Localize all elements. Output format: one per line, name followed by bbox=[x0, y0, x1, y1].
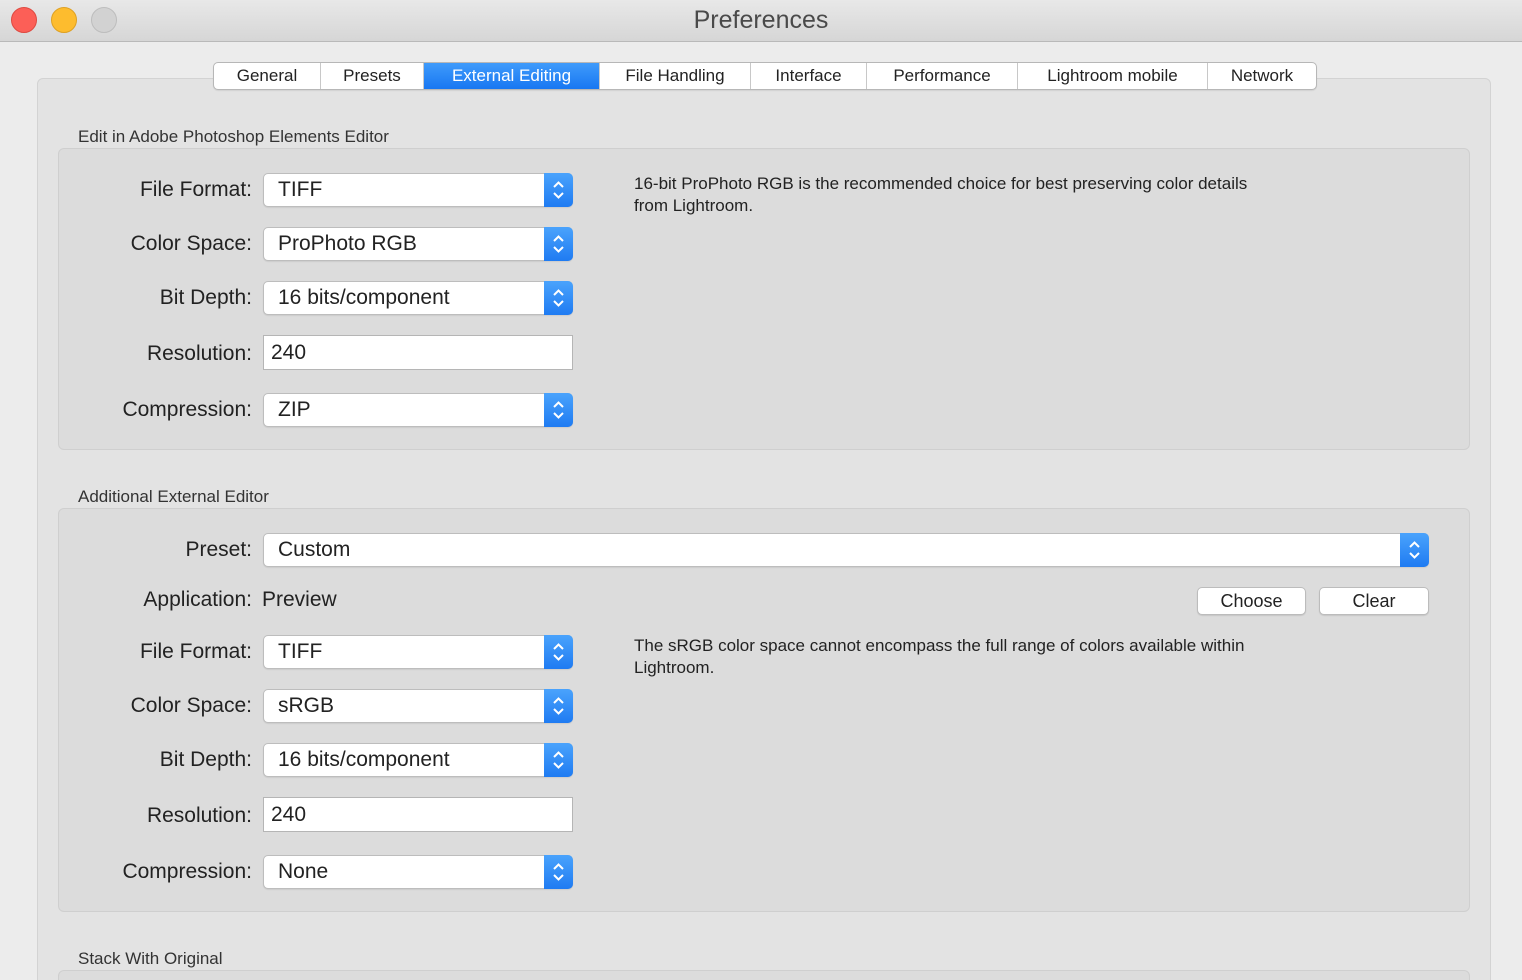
compression-select-2[interactable]: None bbox=[263, 855, 573, 889]
compression-select[interactable]: ZIP bbox=[263, 393, 573, 427]
resolution-input[interactable]: 240 bbox=[263, 335, 573, 370]
section-title-photoshop-elements: Edit in Adobe Photoshop Elements Editor bbox=[78, 127, 389, 146]
file-format-select[interactable]: TIFF bbox=[263, 173, 573, 207]
bit-depth-label-2: Bit Depth: bbox=[159, 748, 252, 771]
file-format-value: TIFF bbox=[278, 178, 323, 201]
tab-general[interactable]: General bbox=[214, 63, 321, 89]
chevron-up-down-icon bbox=[544, 393, 573, 427]
tab-interface[interactable]: Interface bbox=[751, 63, 867, 89]
bit-depth-value: 16 bits/component bbox=[278, 286, 450, 309]
section-title-stack-with-original: Stack With Original bbox=[78, 949, 223, 968]
tab-network[interactable]: Network bbox=[1208, 63, 1316, 89]
compression-label: Compression: bbox=[122, 398, 252, 421]
chevron-up-down-icon bbox=[544, 635, 573, 669]
compression-value-2: None bbox=[278, 860, 329, 883]
bit-depth-label: Bit Depth: bbox=[159, 286, 252, 309]
srgb-warning-note: The sRGB color space cannot encompass th… bbox=[634, 636, 1245, 677]
file-format-select-2[interactable]: TIFF bbox=[263, 635, 573, 669]
color-space-value: ProPhoto RGB bbox=[278, 232, 417, 255]
color-space-select-2[interactable]: sRGB bbox=[263, 689, 573, 723]
chevron-up-down-icon bbox=[544, 855, 573, 889]
title-bar: Preferences bbox=[0, 0, 1522, 42]
bit-depth-value-2: 16 bits/component bbox=[278, 748, 450, 771]
tab-file-handling[interactable]: File Handling bbox=[600, 63, 751, 89]
color-space-value-2: sRGB bbox=[278, 694, 335, 717]
resolution-label-2: Resolution: bbox=[146, 804, 252, 827]
chevron-up-down-icon bbox=[1400, 533, 1429, 567]
resolution-label: Resolution: bbox=[146, 342, 252, 365]
color-space-select[interactable]: ProPhoto RGB bbox=[263, 227, 573, 261]
chevron-up-down-icon bbox=[544, 281, 573, 315]
application-value: Preview bbox=[262, 588, 337, 611]
section-title-additional-editor: Additional External Editor bbox=[78, 487, 269, 506]
compression-value: ZIP bbox=[278, 398, 311, 421]
color-space-label-2: Color Space: bbox=[130, 694, 252, 717]
tab-bar: General Presets External Editing File Ha… bbox=[213, 62, 1317, 90]
chevron-up-down-icon bbox=[544, 227, 573, 261]
preset-label: Preset: bbox=[185, 538, 252, 561]
resolution-input-2[interactable]: 240 bbox=[263, 797, 573, 832]
preset-select[interactable]: Custom bbox=[263, 533, 1429, 567]
recommendation-note: 16-bit ProPhoto RGB is the recommended c… bbox=[634, 174, 1248, 215]
tab-performance[interactable]: Performance bbox=[867, 63, 1018, 89]
compression-label-2: Compression: bbox=[122, 860, 252, 883]
tab-external-editing[interactable]: External Editing bbox=[424, 63, 600, 89]
application-label: Application: bbox=[143, 588, 252, 611]
clear-button[interactable]: Clear bbox=[1319, 587, 1429, 615]
color-space-label: Color Space: bbox=[130, 232, 252, 255]
file-format-value-2: TIFF bbox=[278, 640, 323, 663]
file-format-label: File Format: bbox=[139, 178, 252, 201]
tab-presets[interactable]: Presets bbox=[321, 63, 424, 89]
chevron-up-down-icon bbox=[544, 173, 573, 207]
preset-value: Custom bbox=[278, 538, 351, 561]
bit-depth-select[interactable]: 16 bits/component bbox=[263, 281, 573, 315]
tab-lightroom-mobile[interactable]: Lightroom mobile bbox=[1018, 63, 1208, 89]
stack-with-original-group bbox=[58, 970, 1470, 980]
choose-button[interactable]: Choose bbox=[1197, 587, 1306, 615]
chevron-up-down-icon bbox=[544, 743, 573, 777]
file-format-label-2: File Format: bbox=[139, 640, 252, 663]
window-title: Preferences bbox=[693, 6, 829, 34]
chevron-up-down-icon bbox=[544, 689, 573, 723]
bit-depth-select-2[interactable]: 16 bits/component bbox=[263, 743, 573, 777]
